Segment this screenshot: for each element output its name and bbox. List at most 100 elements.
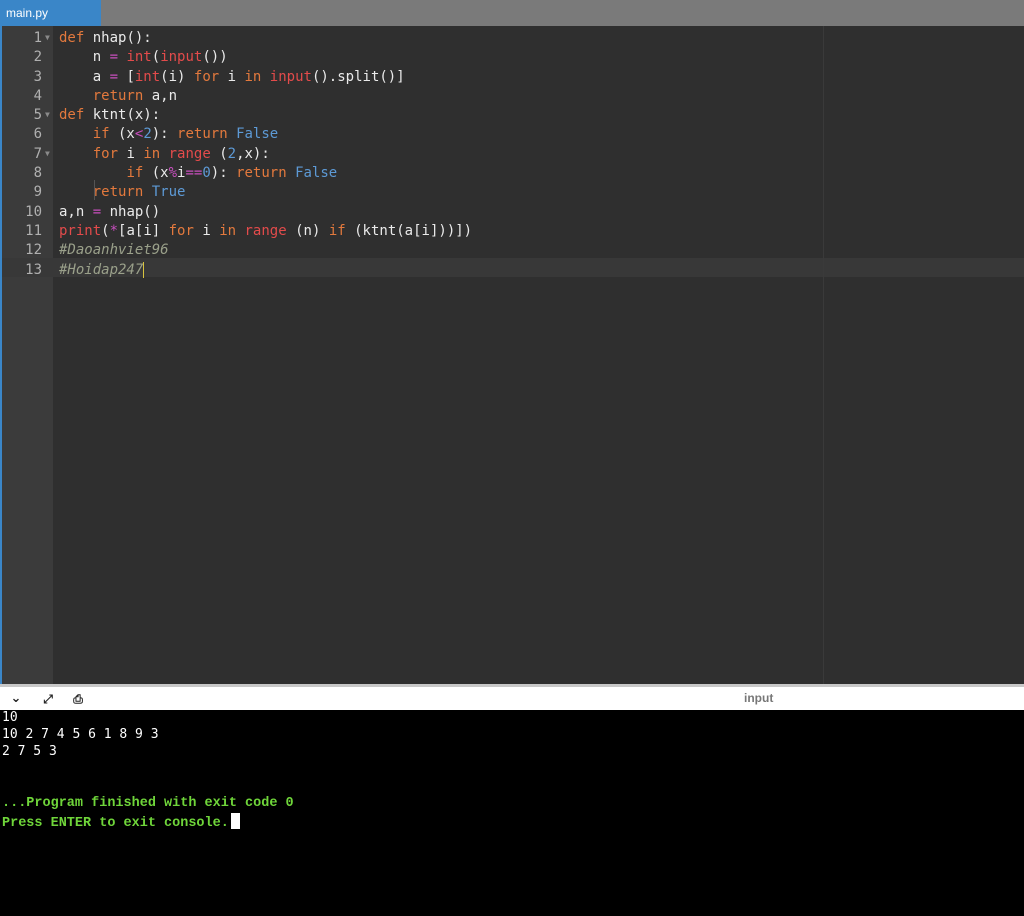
code-token: nhap(): (84, 30, 152, 46)
line-number: 12 (25, 242, 42, 259)
exit-code-message: ...Program finished with exit code 0 (2, 796, 294, 811)
output-line: 2 7 5 3 (2, 744, 57, 759)
code-line: 7 ▼ for i in range (2,x): (2, 145, 1024, 164)
code-lines: 1 ▼ def nhap(): 2 n = int(input()) 3 a = [in… (2, 29, 1024, 280)
code-line: 10 a,n = nhap() (2, 203, 1024, 222)
code-text: print(*[a[i] for i in range (n) if (ktnt… (59, 222, 472, 241)
code-token: a (59, 68, 110, 85)
output-line: 10 (2, 710, 18, 725)
code-line: 8 if (x%i==0): return False (2, 164, 1024, 183)
code-token: if (92, 126, 110, 143)
code-token: i (193, 222, 220, 239)
code-token: ( (101, 222, 110, 239)
code-editor[interactable]: 1 ▼ def nhap(): 2 n = int(input()) 3 a = [in… (0, 26, 1024, 684)
code-token: print (59, 222, 102, 239)
code-line: 1 ▼ def nhap(): (2, 29, 1024, 48)
chevron-down-icon[interactable]: ⌄ (8, 691, 24, 707)
code-token: a,n (143, 87, 178, 104)
code-token: for (168, 222, 194, 239)
code-token: range (168, 145, 211, 162)
fold-arrow-icon[interactable]: ▼ (45, 28, 50, 47)
text-cursor (143, 261, 145, 278)
line-number: 1 (33, 30, 42, 46)
code-token: 0 (202, 165, 211, 182)
code-token: n (59, 49, 110, 66)
line-number: 4 (33, 87, 42, 104)
press-enter-message: Press ENTER to exit console. (2, 816, 229, 831)
code-token: input (269, 68, 312, 85)
code-token: ( (210, 145, 228, 162)
code-token: ( (151, 49, 161, 66)
code-token: return (177, 126, 228, 143)
code-token: = (109, 49, 119, 66)
code-token: [a[i] (118, 222, 169, 239)
code-token: False (236, 126, 279, 143)
press-enter-line: Press ENTER to exit console. (2, 813, 240, 831)
code-token: (i) (160, 68, 194, 85)
code-token: (n) (286, 222, 329, 239)
code-token: i (219, 68, 245, 85)
code-token: in (219, 222, 237, 239)
line-number: 5 (33, 107, 42, 124)
code-token: True (151, 184, 186, 201)
code-token: if (126, 165, 144, 182)
code-line: 4 return a,n (2, 87, 1024, 106)
output-line: 10 2 7 4 5 6 1 8 9 3 (2, 727, 159, 742)
line-number: 2 (33, 49, 42, 66)
tab-bar: main.py (0, 0, 1024, 26)
line-number: 10 (25, 203, 42, 220)
code-line: 5 ▼ def ktnt(x): (2, 106, 1024, 125)
code-token: int (126, 49, 152, 66)
code-token: return (236, 165, 287, 182)
code-text: a = [int(i) for i in input().split()] (59, 68, 405, 87)
code-text: #Daoanhviet96 (59, 241, 169, 260)
code-token: def (59, 107, 85, 124)
line-number: 11 (25, 222, 42, 239)
code-line: 13 #Hoidap247 (2, 261, 1024, 280)
code-token: ()) (202, 49, 228, 66)
input-label: input (744, 691, 774, 705)
console-toolbar: ⌄ ⤢ ⎙ input (0, 684, 1024, 710)
fold-arrow-icon[interactable]: ▼ (45, 105, 50, 124)
clear-console-icon[interactable]: ⎙ (70, 691, 86, 707)
code-token: in (143, 145, 161, 162)
code-token: #Hoidap247 (59, 261, 144, 278)
code-token: (x (143, 165, 169, 182)
code-token: nhap() (101, 203, 161, 220)
code-token: for (193, 68, 220, 85)
code-token: range (244, 222, 287, 239)
code-text: for i in range (2,x): (59, 145, 270, 164)
console-output[interactable]: 10 10 2 7 4 5 6 1 8 9 3 2 7 5 3 ...Progr… (0, 710, 1024, 916)
code-line: 6 if (x<2): return False (2, 125, 1024, 144)
code-token: % (168, 165, 178, 182)
code-text: return a,n (59, 87, 177, 106)
line-number: 9 (33, 184, 42, 201)
code-text: return True (59, 183, 186, 202)
tab-main-py[interactable]: main.py (0, 0, 101, 26)
code-token: ().split()] (311, 68, 405, 85)
code-token: a,n (59, 203, 93, 220)
code-token: return (92, 87, 144, 104)
fold-arrow-icon[interactable]: ▼ (45, 144, 50, 163)
code-token: = (109, 68, 119, 85)
line-number: 8 (33, 165, 42, 182)
code-text: #Hoidap247 (59, 261, 145, 280)
code-token: ): (210, 165, 237, 182)
line-number: 6 (33, 126, 42, 143)
code-token: = (92, 203, 102, 220)
code-token: (ktnt(a[i]))]) (345, 222, 473, 239)
code-text: def nhap(): (59, 29, 152, 48)
expand-icon[interactable]: ⤢ (40, 691, 56, 707)
code-token: * (109, 222, 119, 239)
code-token: [ (118, 68, 135, 85)
line-number: 7 (33, 145, 42, 162)
